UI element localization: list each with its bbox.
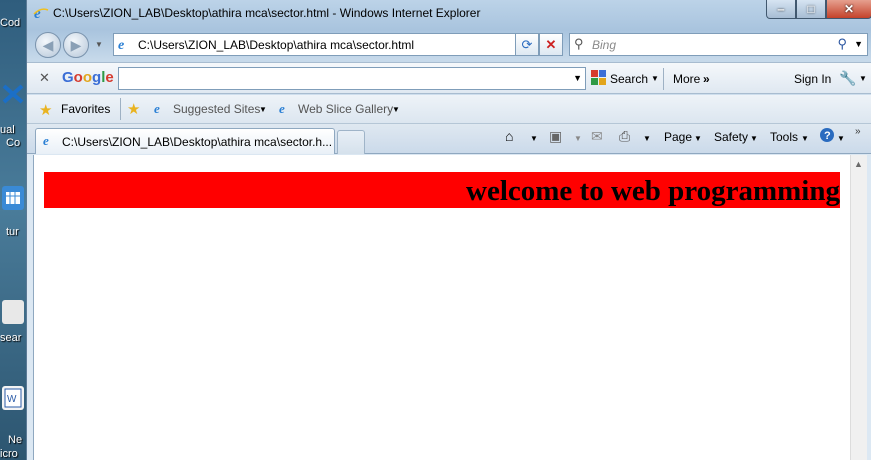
search-box[interactable]: ⚲ Bing ⚲ ▼ <box>569 33 868 56</box>
google-search-input[interactable]: ▼ <box>118 67 586 90</box>
minimize-button[interactable]: ‒ <box>766 0 796 19</box>
favorites-separator <box>120 98 121 120</box>
page-content: welcome to web programming <box>33 155 850 460</box>
favorites-button[interactable]: Favorites <box>61 102 110 116</box>
back-arrow-icon: ◀ <box>42 36 54 53</box>
address-bar[interactable]: e C:\Users\ZION_LAB\Desktop\athira mca\s… <box>113 33 539 56</box>
search-placeholder[interactable]: Bing <box>592 38 616 52</box>
document-icon[interactable] <box>2 300 24 324</box>
help-icon[interactable]: ? <box>819 127 835 146</box>
safety-dropdown-icon[interactable]: ▼ <box>750 134 758 143</box>
page-dropdown-icon[interactable]: ▼ <box>694 134 702 143</box>
title-bar[interactable]: e C:\Users\ZION_LAB\Desktop\athira mca\s… <box>27 0 871 28</box>
feeds-dropdown-icon[interactable]: ▼ <box>574 134 582 143</box>
desktop-label: tur <box>6 226 19 238</box>
google-search-dropdown-icon[interactable]: ▼ <box>573 73 582 83</box>
favorites-bar: ★ Favorites ★ e Suggested Sites ▼ e Web … <box>27 95 871 124</box>
refresh-icon: ⟳ <box>521 36 533 52</box>
svg-text:e: e <box>43 133 49 148</box>
scroll-up-icon[interactable]: ▲ <box>854 159 863 169</box>
tools-menu[interactable]: Tools <box>770 130 798 144</box>
home-icon[interactable]: ⌂ <box>505 128 513 144</box>
tab-sector[interactable]: e C:\Users\ZION_LAB\Desktop\athira mca\s… <box>35 128 335 154</box>
calendar-app-icon[interactable] <box>2 186 24 210</box>
suggested-sites-link[interactable]: Suggested Sites <box>173 102 260 116</box>
suggested-sites-dropdown-icon[interactable]: ▼ <box>259 105 267 114</box>
back-button[interactable]: ◀ <box>35 32 61 58</box>
tab-page-icon: e <box>42 133 57 148</box>
word-document-icon[interactable]: W <box>2 386 24 410</box>
svg-text:?: ? <box>824 130 831 142</box>
address-url[interactable]: C:\Users\ZION_LAB\Desktop\athira mca\sec… <box>138 38 414 52</box>
tools-dropdown-icon[interactable]: ▼ <box>801 134 809 143</box>
google-logo[interactable]: Google <box>62 69 114 86</box>
more-chevron-icon[interactable]: » <box>703 72 710 86</box>
desktop-label: Cod <box>0 17 21 29</box>
bing-search-icon: ⚲ <box>574 36 584 51</box>
navigation-bar: ◀ ▶ ▼ e C:\Users\ZION_LAB\Desktop\athira… <box>27 30 871 60</box>
google-search-button[interactable]: Search <box>610 72 648 86</box>
window-title: C:\Users\ZION_LAB\Desktop\athira mca\sec… <box>53 6 481 20</box>
desktop-label: icro <box>0 448 18 460</box>
home-dropdown-icon[interactable]: ▼ <box>530 134 538 143</box>
forward-arrow-icon: ▶ <box>70 36 82 53</box>
desktop-label: Ne <box>8 434 23 446</box>
svg-text:e: e <box>118 37 124 52</box>
maximize-button[interactable]: □ <box>796 0 826 19</box>
svg-text:e: e <box>154 101 160 116</box>
web-slice-gallery-link[interactable]: Web Slice Gallery <box>298 102 393 116</box>
tab-label: C:\Users\ZION_LAB\Desktop\athira mca\sec… <box>62 135 333 149</box>
stop-button[interactable]: ✕ <box>539 33 563 56</box>
settings-dropdown-icon[interactable]: ▼ <box>859 74 867 83</box>
print-icon[interactable]: ⎙ <box>619 128 630 145</box>
stop-icon: ✕ <box>545 36 557 52</box>
mail-icon[interactable]: ✉ <box>591 128 603 145</box>
search-go-icon[interactable]: ⚲ <box>837 36 847 52</box>
desktop-background: Cod ual Co tur sear W Ne icro <box>0 0 26 460</box>
page-heading: welcome to web programming <box>466 175 840 207</box>
search-options-dropdown-icon[interactable]: ▼ <box>854 39 863 49</box>
help-dropdown-icon[interactable]: ▼ <box>837 134 845 143</box>
overflow-chevron-icon[interactable]: » <box>855 126 861 137</box>
page-menu[interactable]: Page <box>664 130 692 144</box>
recent-pages-dropdown-icon[interactable]: ▼ <box>95 40 103 49</box>
add-to-favorites-icon[interactable]: ★ <box>127 100 140 118</box>
web-slice-dropdown-icon[interactable]: ▼ <box>392 105 400 114</box>
forward-button[interactable]: ▶ <box>63 32 89 58</box>
svg-text:e: e <box>279 101 285 116</box>
safety-menu[interactable]: Safety <box>714 130 748 144</box>
close-toolbar-icon[interactable]: ✕ <box>39 70 50 86</box>
more-button[interactable]: More <box>673 72 700 86</box>
internet-explorer-icon: e <box>33 5 49 22</box>
desktop-label: ual <box>0 124 15 136</box>
window-controls: ‒ □ ✕ <box>766 0 871 20</box>
ie-page-icon: e <box>153 101 168 116</box>
toolbar-separator <box>663 68 664 90</box>
favorites-star-icon: ★ <box>39 102 53 119</box>
close-button[interactable]: ✕ <box>826 0 871 19</box>
web-slice-icon: e <box>278 101 293 116</box>
search-options-dropdown-icon[interactable]: ▼ <box>651 74 659 83</box>
visual-studio-icon[interactable] <box>2 82 24 106</box>
ie-window: e C:\Users\ZION_LAB\Desktop\athira mca\s… <box>26 0 871 460</box>
page-icon: e <box>117 37 132 53</box>
print-dropdown-icon[interactable]: ▼ <box>643 134 651 143</box>
feeds-icon[interactable]: ▣ <box>549 128 562 145</box>
tab-bar: e C:\Users\ZION_LAB\Desktop\athira mca\s… <box>27 124 871 154</box>
svg-text:W: W <box>7 394 17 405</box>
new-tab-button[interactable] <box>337 130 365 154</box>
heading-banner: welcome to web programming <box>44 172 840 208</box>
vertical-scrollbar[interactable]: ▲ <box>850 155 867 460</box>
desktop-label: sear <box>0 332 22 344</box>
google-toolbar: ✕ Google ▼ Search ▼ More » Sign In 🔧 ▼ <box>27 62 871 94</box>
wrench-settings-icon[interactable]: 🔧 <box>839 70 856 87</box>
google-search-icon <box>591 70 606 85</box>
compatibility-refresh-button[interactable]: ⟳ <box>515 33 539 56</box>
sign-in-button[interactable]: Sign In <box>794 72 831 86</box>
desktop-label: Co <box>6 137 21 149</box>
